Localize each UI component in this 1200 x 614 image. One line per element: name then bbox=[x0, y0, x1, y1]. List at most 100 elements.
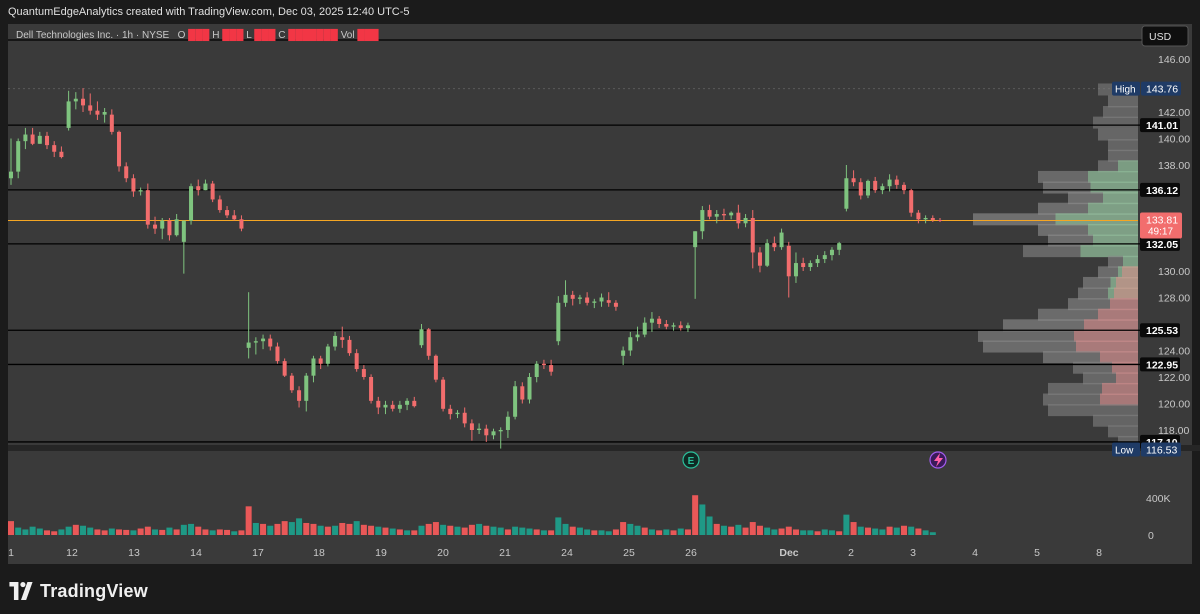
level-label: 122.95 bbox=[1146, 359, 1178, 371]
volume-bar bbox=[65, 526, 72, 535]
high-tag: High bbox=[1115, 85, 1136, 96]
candle-body bbox=[261, 338, 266, 342]
candle-body bbox=[311, 358, 316, 376]
volume-profile-up bbox=[1088, 170, 1138, 183]
legend-high: H bbox=[212, 30, 220, 41]
volume-bar bbox=[728, 526, 735, 535]
volume-profile-bar bbox=[1108, 139, 1138, 152]
volume-bar bbox=[540, 530, 547, 535]
volume-bar bbox=[252, 522, 259, 535]
legend-close-value: ███████ bbox=[288, 30, 338, 41]
symbol-legend: Dell Technologies Inc. · 1h · NYSE O ███… bbox=[16, 30, 379, 41]
volume-profile-bar bbox=[1098, 128, 1138, 141]
volume-bar bbox=[504, 529, 511, 535]
candle-body bbox=[419, 329, 424, 346]
volume-bar bbox=[58, 529, 65, 535]
volume-bar bbox=[836, 531, 843, 535]
candle-body bbox=[772, 243, 777, 248]
volume-bar bbox=[447, 525, 454, 535]
volume-bar bbox=[692, 495, 699, 535]
candle-body bbox=[750, 218, 755, 253]
volume-bar bbox=[29, 526, 36, 535]
volume-bar bbox=[764, 527, 771, 535]
volume-profile-down bbox=[1114, 287, 1138, 300]
candle-body bbox=[765, 243, 770, 266]
candle-body bbox=[938, 219, 942, 221]
volume-profile-down bbox=[1100, 351, 1138, 364]
candle-body bbox=[851, 178, 856, 183]
volume-bar bbox=[519, 527, 526, 535]
volume-bar bbox=[771, 529, 778, 535]
candle-body bbox=[700, 210, 705, 232]
candle-body bbox=[138, 190, 143, 192]
volume-bar bbox=[332, 525, 339, 535]
candle-body bbox=[160, 220, 165, 229]
candle-body bbox=[873, 180, 878, 191]
time-tick: 4 bbox=[972, 547, 978, 559]
legend-high-value: ███ bbox=[222, 30, 244, 41]
time-tick: 20 bbox=[437, 547, 449, 559]
volume-bar bbox=[180, 524, 187, 535]
volume-bar bbox=[807, 530, 814, 535]
volume-bar bbox=[368, 525, 375, 535]
volume-bar bbox=[814, 531, 821, 535]
candle-body bbox=[16, 141, 21, 172]
legend-open: O bbox=[177, 30, 186, 41]
candle-body bbox=[721, 214, 726, 216]
tradingview-logo-icon bbox=[9, 582, 33, 600]
candle-body bbox=[909, 190, 914, 213]
volume-bar bbox=[706, 516, 713, 535]
volume-bar bbox=[641, 527, 648, 535]
volume-bar bbox=[411, 530, 418, 535]
volume-bar bbox=[224, 529, 231, 535]
candle-body bbox=[153, 224, 158, 229]
volume-bar bbox=[893, 527, 900, 535]
volume-profile-bar bbox=[1093, 414, 1138, 427]
volume-bar bbox=[785, 526, 792, 535]
candle-body bbox=[354, 353, 359, 370]
volume-bar bbox=[87, 527, 94, 535]
volume-profile-down bbox=[1076, 340, 1138, 353]
volume-bar bbox=[922, 530, 929, 535]
price-chart[interactable]: 146.00 142.00 140.00 138.00 130.00 128.00 124.… bbox=[0, 0, 1200, 614]
volume-bar bbox=[15, 527, 22, 535]
volume-bar bbox=[857, 526, 864, 535]
candle-body bbox=[520, 386, 525, 400]
candle-body bbox=[217, 199, 222, 211]
volume-bar bbox=[742, 527, 749, 535]
volume-bar bbox=[188, 523, 195, 535]
candle-body bbox=[369, 377, 374, 401]
time-tick: 13 bbox=[128, 547, 140, 559]
volume-bar bbox=[288, 522, 295, 535]
volume-profile-down bbox=[1122, 266, 1138, 279]
volume-profile-bar bbox=[1093, 116, 1138, 129]
candle-body bbox=[275, 346, 280, 362]
candle-body bbox=[325, 346, 330, 364]
candle-body bbox=[88, 105, 93, 111]
candle-body bbox=[901, 184, 906, 191]
candle-body bbox=[779, 232, 784, 248]
volume-bar bbox=[555, 517, 562, 535]
candle-body bbox=[167, 220, 172, 236]
time-tick: 2 bbox=[848, 547, 854, 559]
volume-bar bbox=[116, 529, 123, 535]
current-price: 133.81 bbox=[1146, 215, 1178, 227]
volume-bar bbox=[339, 522, 346, 535]
candle-body bbox=[210, 183, 215, 200]
candle-body bbox=[297, 390, 302, 401]
candle-body bbox=[181, 220, 186, 242]
candle-body bbox=[23, 134, 28, 142]
candle-body bbox=[189, 186, 194, 221]
candle-body bbox=[45, 135, 50, 146]
volume-bar bbox=[396, 529, 403, 535]
bar-countdown: 49:17 bbox=[1148, 227, 1173, 238]
legend-vol: Vol bbox=[340, 30, 355, 41]
candle-body bbox=[109, 114, 114, 132]
volume-profile-down bbox=[1084, 319, 1138, 332]
volume-profile-bar bbox=[1048, 404, 1138, 417]
volume-profile-up bbox=[1103, 192, 1138, 205]
candle-body bbox=[37, 135, 42, 144]
time-tick: 5 bbox=[1034, 547, 1040, 559]
candle-body bbox=[383, 404, 388, 408]
candle-body bbox=[541, 363, 546, 366]
